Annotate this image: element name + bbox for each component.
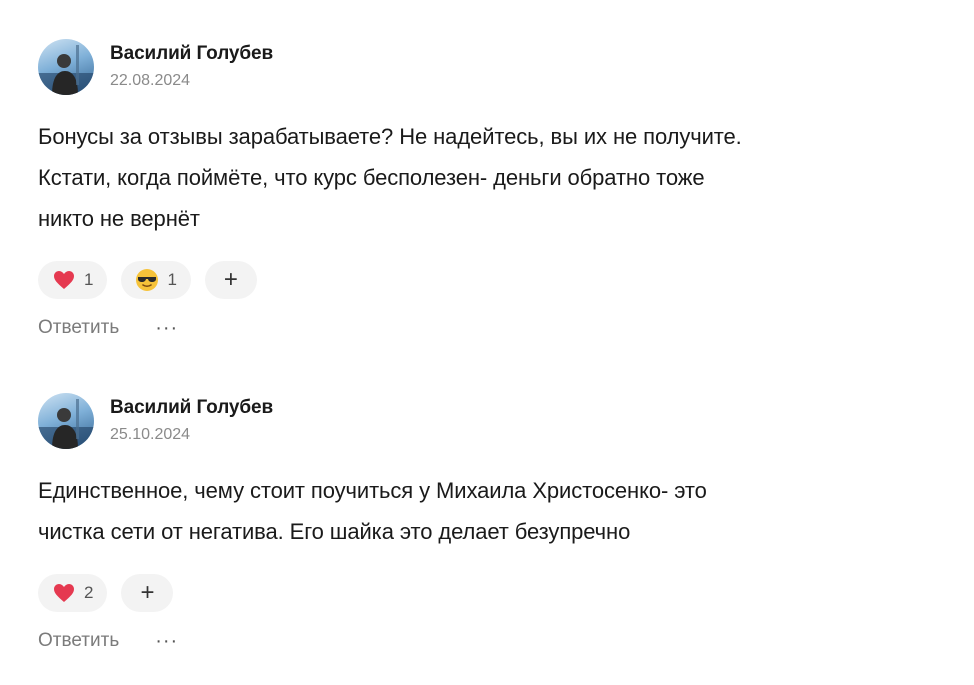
comment-text: Единственное, чему стоит поучиться у Мих…	[38, 470, 918, 552]
comment-text-line: никто не вернёт	[38, 206, 200, 231]
sunglasses-emoji-icon	[135, 268, 159, 292]
comment-text-line: чистка сети от негатива. Его шайка это д…	[38, 519, 631, 544]
comment: Василий Голубев 25.10.2024 Единственное,…	[38, 392, 938, 652]
comment-date: 22.08.2024	[110, 72, 191, 89]
avatar[interactable]	[38, 393, 94, 449]
reaction-sunglasses-button[interactable]: 1	[121, 261, 191, 299]
comment-actions: Ответить ···	[38, 317, 938, 339]
comment-text-line: Бонусы за отзывы зарабатываете? Не надей…	[38, 124, 742, 149]
comment: Василий Голубев 22.08.2024 Бонусы за отз…	[38, 38, 938, 339]
reaction-count: 2	[84, 583, 94, 602]
reactions-bar: 2 +	[38, 574, 938, 612]
comment-header: Василий Голубев 22.08.2024	[38, 38, 938, 96]
comment-text: Бонусы за отзывы зарабатываете? Не надей…	[38, 116, 918, 239]
reaction-count: 1	[84, 270, 94, 289]
comment-text-line: Единственное, чему стоит поучиться у Мих…	[38, 478, 707, 503]
reaction-heart-button[interactable]: 1	[38, 261, 108, 299]
author-name[interactable]: Василий Голубев	[110, 42, 273, 66]
comment-text-line: Кстати, когда поймёте, что курс бесполез…	[38, 165, 705, 190]
more-options-icon[interactable]: ···	[155, 631, 178, 651]
reply-button[interactable]: Ответить	[38, 317, 119, 339]
heart-icon	[52, 581, 76, 605]
reaction-count: 1	[167, 270, 177, 289]
reply-button[interactable]: Ответить	[38, 630, 119, 652]
heart-icon	[52, 268, 76, 292]
comment-date: 25.10.2024	[110, 426, 191, 443]
more-options-icon[interactable]: ···	[155, 318, 178, 338]
reaction-heart-button[interactable]: 2	[38, 574, 108, 612]
add-reaction-button[interactable]: +	[204, 261, 257, 299]
add-reaction-button[interactable]: +	[121, 574, 174, 612]
reactions-bar: 1 1 +	[38, 261, 938, 299]
comment-header: Василий Голубев 25.10.2024	[38, 392, 938, 450]
author-name[interactable]: Василий Голубев	[110, 396, 273, 420]
avatar[interactable]	[38, 39, 94, 95]
comment-actions: Ответить ···	[38, 630, 938, 652]
